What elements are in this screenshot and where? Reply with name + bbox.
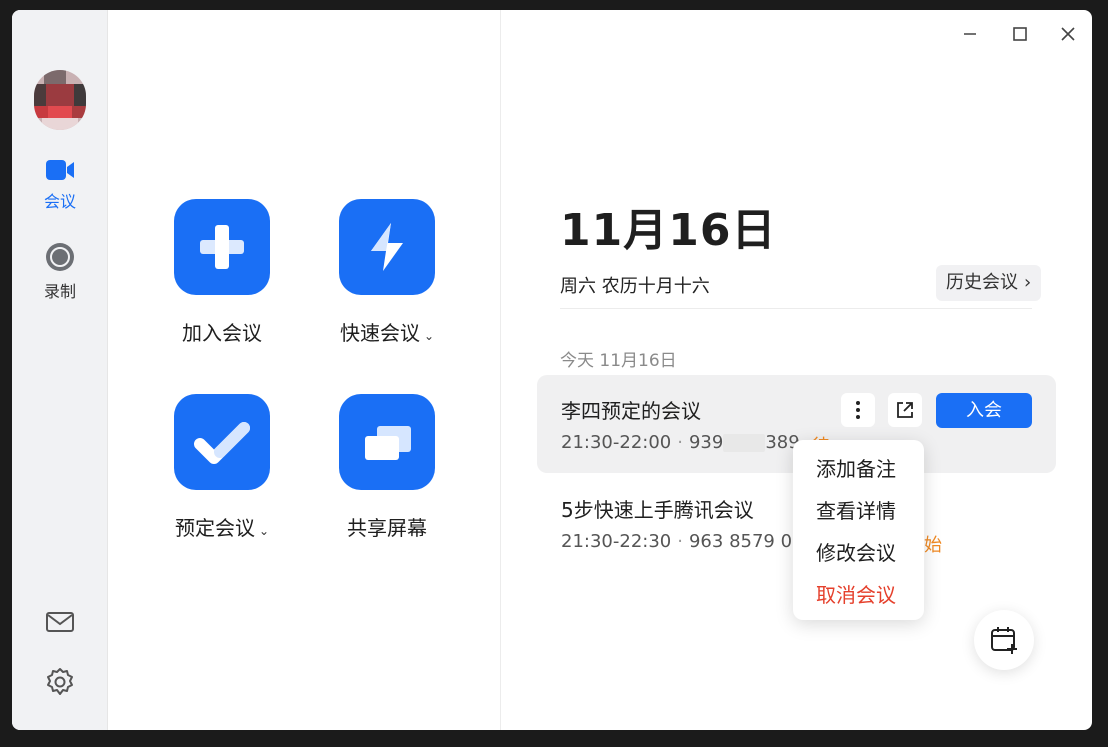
video-camera-icon [46,160,74,180]
meeting-info: 21:30-22:00 · 939 389 [561,432,800,453]
add-schedule-button[interactable] [974,610,1034,670]
history-meetings-button[interactable]: 历史会议 › [936,265,1042,301]
divider [560,308,1032,309]
meeting-status: 始 [924,535,942,556]
join-meeting-button[interactable]: 加入会议 [152,199,292,346]
chevron-down-icon[interactable]: ⌄ [424,329,434,343]
more-options-button[interactable] [841,393,875,427]
avatar[interactable] [34,70,86,130]
sidebar-item-label: 会议 [43,192,76,211]
share-screen-tile [339,394,435,490]
sidebar: 会议 录制 [12,10,108,730]
menu-item-edit-meeting[interactable]: 修改会议 [793,536,924,578]
quick-meeting-button[interactable]: 快速会议 ⌄ [317,199,457,346]
more-vertical-icon [856,401,860,419]
redacted-block [723,434,766,452]
screen-share-icon [365,426,411,460]
chevron-down-icon[interactable]: ⌄ [259,524,269,538]
quick-meeting-tile [339,199,435,295]
context-menu: 添加备注 查看详情 修改会议 取消会议 [793,440,924,620]
share-screen-label: 共享屏幕 [347,516,427,540]
plus-icon [200,225,244,269]
meeting-info: 21:30-22:30 · 963 8579 027 [561,531,815,552]
date-subtitle: 周六 农历十月十六 [560,276,710,297]
minimize-icon [964,33,976,35]
sidebar-item-label: 录制 [43,282,76,301]
schedule-meeting-button[interactable]: 预定会议 ⌄ [152,394,292,541]
chevron-right-icon: › [1024,272,1032,293]
date-title: 11月16日 [560,205,777,256]
share-screen-button[interactable]: 共享屏幕 [317,394,457,541]
meeting-id-prefix: 939 [688,432,724,453]
history-label: 历史会议 [946,272,1018,293]
menu-item-add-note[interactable]: 添加备注 [793,452,924,494]
meeting-time: 21:30-22:30 [561,531,672,552]
today-label: 今天 11月16日 [560,351,677,371]
panel-divider [500,10,501,730]
lightning-icon [371,223,403,271]
menu-item-cancel-meeting[interactable]: 取消会议 [793,578,924,620]
mail-button[interactable] [44,606,76,638]
external-link-icon [897,402,913,418]
join-meeting-tile [174,199,270,295]
menu-item-view-details[interactable]: 查看详情 [793,494,924,536]
join-button[interactable]: 入会 [936,393,1032,428]
sidebar-item-meeting[interactable]: 会议 [12,158,108,222]
meeting-time: 21:30-22:00 [561,432,672,453]
meeting-title: 李四预定的会议 [561,399,701,423]
meeting-title[interactable]: 5步快速上手腾讯会议 [561,494,754,523]
gear-icon [47,668,73,695]
quick-meeting-label: 快速会议 [339,321,420,345]
close-icon [1061,27,1075,41]
app-window: 会议 录制 加入会议 快速会议 ⌄ 预定会议 ⌄ 共享屏幕 11月16日 周六 … [12,10,1092,730]
minimize-button[interactable] [954,18,986,50]
record-icon [46,243,74,271]
settings-button[interactable] [44,666,76,698]
close-button[interactable] [1052,18,1084,50]
maximize-button[interactable] [1004,18,1036,50]
sidebar-item-record[interactable]: 录制 [12,242,108,306]
calendar-add-icon [991,627,1017,654]
join-meeting-label: 加入会议 [182,321,262,345]
schedule-meeting-tile [174,394,270,490]
mail-icon [46,612,74,632]
check-icon [194,422,250,464]
schedule-meeting-label: 预定会议 [174,516,255,540]
share-meeting-button[interactable] [888,393,922,427]
maximize-icon [1013,27,1027,41]
